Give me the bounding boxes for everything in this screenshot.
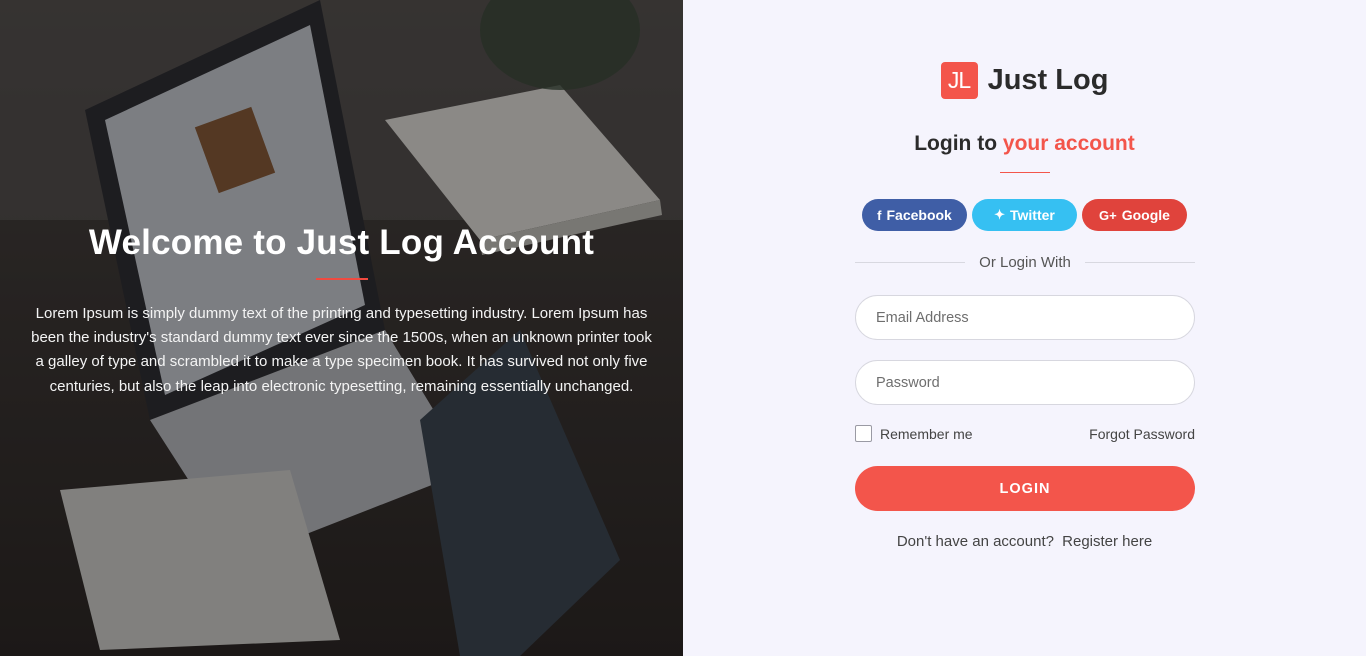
register-link[interactable]: Register here [1062,533,1152,550]
hero-divider [315,278,368,280]
brand-logo: JL [940,62,978,99]
google-plus-icon: G+ [1099,207,1117,223]
twitter-login-button[interactable]: ✦ Twitter [972,199,1077,231]
login-options: Remember me Forgot Password [855,425,1195,442]
brand[interactable]: JL Just Log [683,62,1366,99]
login-heading: Login to your account [683,132,1366,156]
google-login-button[interactable]: G+ Google [1082,199,1187,231]
login-panel: JL Just Log Login to your account f Face… [683,0,1366,656]
login-heading-prefix: Login to [914,132,998,155]
google-label: Google [1121,207,1170,223]
remember-me[interactable]: Remember me [855,425,973,442]
twitter-label: Twitter [1010,207,1055,223]
facebook-login-button[interactable]: f Facebook [862,199,967,231]
login-button[interactable]: LOGIN [855,466,1195,511]
facebook-icon: f [877,207,882,223]
or-login-text: Or Login With [979,254,1071,271]
divider-line-right [1084,262,1196,263]
signup-prompt: Don't have an account? Register here [683,533,1366,550]
signup-prompt-text: Don't have an account? [896,533,1054,550]
login-heading-accent: your account [1002,132,1135,155]
heading-divider [1000,172,1050,173]
remember-me-checkbox[interactable] [855,425,872,442]
brand-name: Just Log [987,64,1109,96]
or-divider: Or Login With [855,254,1196,271]
password-field[interactable] [855,360,1195,405]
hero-content: Welcome to Just Log Account Lorem Ipsum … [0,222,683,399]
hero-description: Lorem Ipsum is simply dummy text of the … [31,305,652,395]
hero-section: Welcome to Just Log Account Lorem Ipsum … [0,0,683,656]
hero-title: Welcome to Just Log Account [88,223,595,262]
email-field[interactable] [855,295,1195,340]
twitter-icon: ✦ [994,207,1006,222]
forgot-password-link[interactable]: Forgot Password [1089,426,1195,442]
divider-line-left [855,262,966,263]
social-login-group: f Facebook ✦ Twitter G+ Google [683,199,1366,231]
facebook-label: Facebook [886,207,952,223]
remember-me-label: Remember me [880,425,973,442]
